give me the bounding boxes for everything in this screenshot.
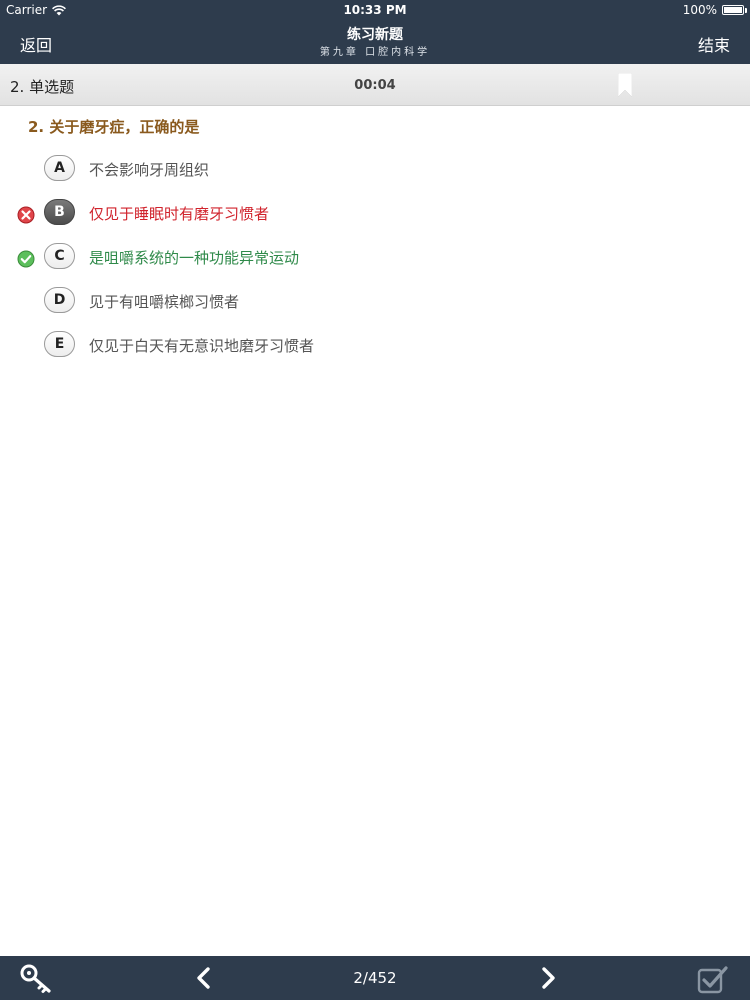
- top-bar: Carrier 10:33 PM 100% 返回 练习新题 第九章 口腔内科学 …: [0, 0, 750, 64]
- battery-icon: [722, 5, 747, 15]
- option-e[interactable]: E 仅见于白天有无意识地磨牙习惯者: [0, 328, 750, 364]
- option-b[interactable]: B 仅见于睡眠时有磨牙习惯者: [0, 196, 750, 232]
- option-a[interactable]: A 不会影响牙周组织: [0, 152, 750, 188]
- question-header: 2. 单选题 00:04: [0, 64, 750, 106]
- option-letter: D: [44, 287, 75, 313]
- status-bar: Carrier 10:33 PM 100%: [0, 0, 750, 20]
- option-text: 是咀嚼系统的一种功能异常运动: [89, 249, 300, 267]
- option-text: 见于有咀嚼槟榔习惯者: [89, 293, 240, 311]
- option-d[interactable]: D 见于有咀嚼槟榔习惯者: [0, 284, 750, 320]
- option-letter: E: [44, 331, 75, 357]
- option-text: 仅见于睡眠时有磨牙习惯者: [89, 205, 270, 223]
- option-text: 不会影响牙周组织: [89, 161, 210, 179]
- chevron-right-icon[interactable]: [537, 966, 559, 990]
- correct-check-icon: [17, 250, 35, 268]
- option-letter: C: [44, 243, 75, 269]
- bookmark-icon[interactable]: [618, 73, 632, 97]
- battery-group: 100%: [682, 3, 747, 17]
- question-stem: 2. 关于磨牙症，正确的是: [28, 118, 200, 136]
- checkbox-submit-icon[interactable]: [697, 964, 729, 994]
- option-letter: B: [44, 199, 75, 225]
- page-indicator: 2/452: [353, 969, 397, 987]
- option-letter: A: [44, 155, 75, 181]
- wrong-x-icon: [17, 206, 35, 224]
- question-timer: 00:04: [354, 78, 396, 93]
- status-time: 10:33 PM: [343, 3, 407, 17]
- option-text: 仅见于白天有无意识地磨牙习惯者: [89, 337, 315, 355]
- option-c[interactable]: C 是咀嚼系统的一种功能异常运动: [0, 240, 750, 276]
- page-subtitle: 第九章 口腔内科学: [319, 47, 431, 58]
- page-title: 练习新题: [347, 27, 403, 43]
- battery-percent: 100%: [682, 3, 717, 17]
- end-button[interactable]: 结束: [698, 32, 730, 56]
- nav-bar: 返回 练习新题 第九章 口腔内科学 结束: [0, 20, 750, 64]
- bottom-toolbar: 2/452: [0, 956, 750, 1000]
